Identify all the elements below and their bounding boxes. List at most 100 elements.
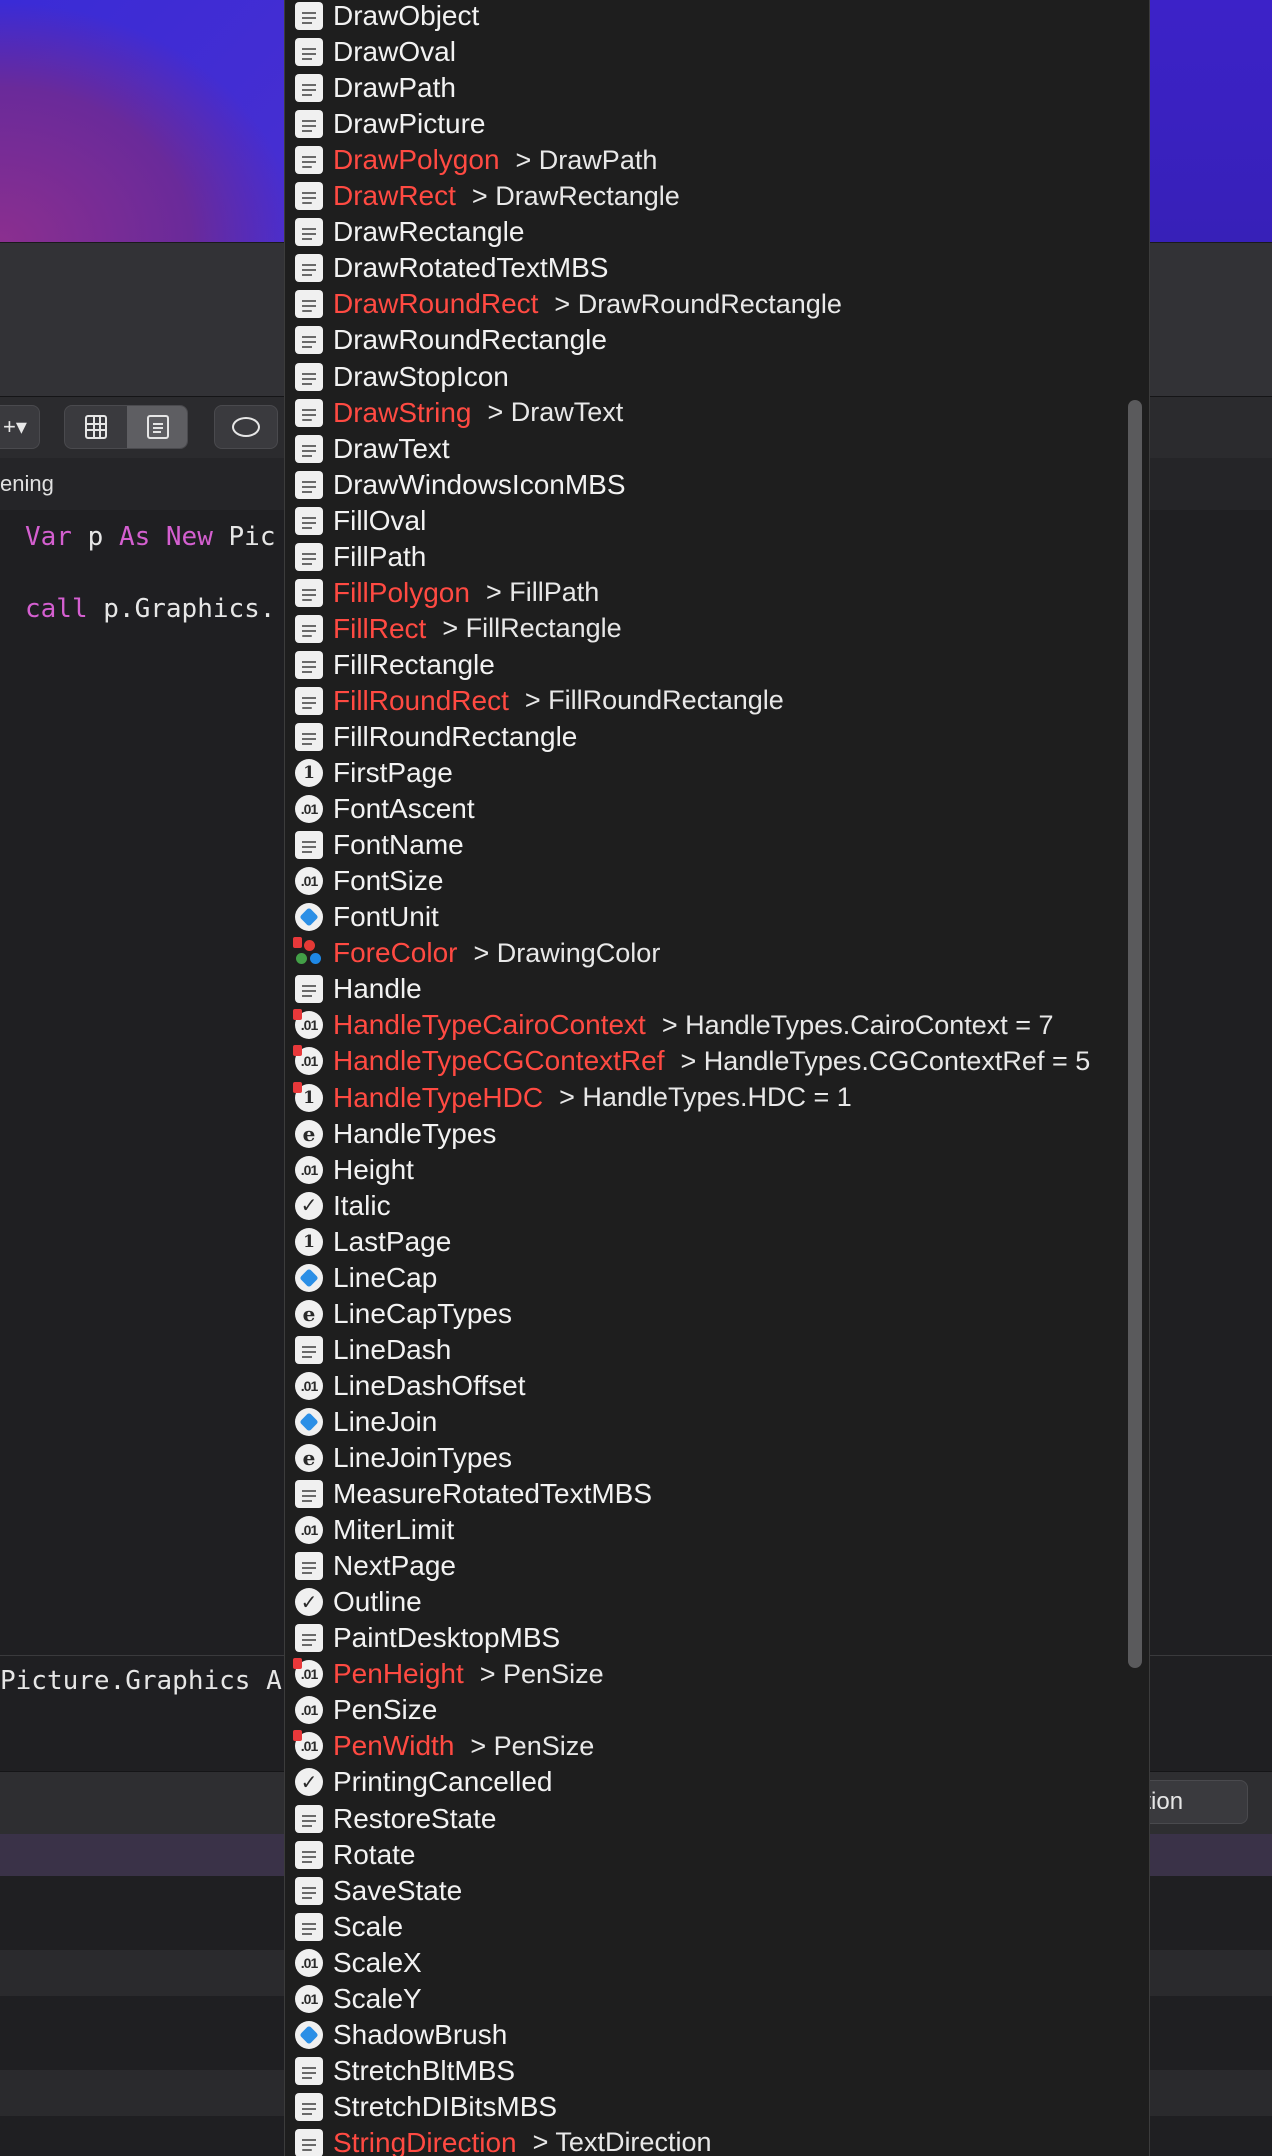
autocomplete-item[interactable]: FillRoundRectangle [285, 719, 1115, 755]
autocomplete-item[interactable]: StretchDIBitsMBS [285, 2089, 1115, 2125]
autocomplete-item-label: DrawStopIcon [333, 360, 509, 392]
color-dot [304, 940, 315, 952]
add-button[interactable]: +▾ [0, 405, 40, 449]
autocomplete-item-label: LineJoinTypes [333, 1442, 513, 1473]
autocomplete-item[interactable]: .01 HandleTypeCGContextRef > HandleTypes.C… [285, 1043, 1115, 1079]
autocomplete-item[interactable]: DrawRectangle [285, 214, 1115, 250]
method-icon [295, 398, 323, 427]
comment-button[interactable] [214, 405, 278, 449]
view-toggle-group [64, 405, 188, 449]
method-icon [295, 1480, 323, 1509]
code-text: Pic [212, 522, 276, 552]
autocomplete-item[interactable]: .01 ScaleY [285, 1981, 1115, 2017]
autocomplete-item[interactable]: FillRoundRect > FillRoundRectangle [285, 683, 1115, 719]
method-icon [295, 1552, 323, 1581]
autocomplete-item[interactable]: .01 Height [285, 1152, 1115, 1188]
autocomplete-item[interactable]: PaintDesktopMBS [285, 1620, 1115, 1656]
keyword: As [118, 522, 151, 552]
autocomplete-item[interactable]: FillOval [285, 503, 1115, 539]
autocomplete-item[interactable]: e LineCapTypes [285, 1296, 1115, 1332]
autocomplete-item[interactable]: DrawObject [285, 0, 1115, 34]
autocomplete-item-label: LineCap [333, 1261, 438, 1293]
replacement-hint: > HandleTypes.HDC = 1 [559, 1082, 852, 1112]
autocomplete-item[interactable]: DrawOval [285, 34, 1115, 70]
autocomplete-item[interactable]: .01 PenWidth > PenSize [285, 1728, 1115, 1764]
autocomplete-item[interactable]: ✓ Italic [285, 1188, 1115, 1224]
autocomplete-item[interactable]: StringDirection > TextDirection [285, 2125, 1115, 2156]
autocomplete-item-label: HandleTypeCairoContext [333, 1009, 646, 1041]
autocomplete-item-label: MiterLimit [333, 1514, 455, 1546]
double-icon: .01 [293, 1730, 323, 1761]
autocomplete-item[interactable]: DrawRoundRectangle [285, 322, 1115, 358]
autocomplete-item-label: PenWidth [333, 1730, 455, 1762]
autocomplete-item[interactable]: Scale [285, 1909, 1115, 1945]
autocomplete-item[interactable]: ✓ PrintingCancelled [285, 1764, 1115, 1800]
autocomplete-item[interactable]: FontName [285, 827, 1115, 863]
autocomplete-item[interactable]: FillRectangle [285, 647, 1115, 683]
autocomplete-item[interactable]: DrawStopIcon [285, 359, 1115, 395]
autocomplete-item[interactable]: .01 HandleTypeCairoContext > HandleTypes.C… [285, 1007, 1115, 1043]
autocomplete-item[interactable]: DrawRotatedTextMBS [285, 250, 1115, 286]
autocomplete-item[interactable]: .01 PenHeight > PenSize [285, 1656, 1115, 1692]
autocomplete-item-label: Outline [333, 1586, 422, 1618]
autocomplete-item[interactable]: .01 MiterLimit [285, 1512, 1115, 1548]
autocomplete-item[interactable]: RestoreState [285, 1801, 1115, 1837]
replacement-hint: > DrawRoundRectangle [554, 288, 842, 319]
integer-icon: 1 [295, 1227, 323, 1256]
double-icon: .01 [293, 1009, 323, 1040]
autocomplete-item[interactable]: FillPolygon > FillPath [285, 575, 1115, 611]
autocomplete-item-label: LineDashOffset [333, 1369, 526, 1401]
object-icon [295, 1407, 323, 1436]
autocomplete-item[interactable]: FillRect > FillRectangle [285, 611, 1115, 647]
autocomplete-item[interactable]: Handle [285, 971, 1115, 1007]
autocomplete-item[interactable]: .01 LineDashOffset [285, 1368, 1115, 1404]
autocomplete-item[interactable]: 1 FirstPage [285, 755, 1115, 791]
autocomplete-item[interactable]: MeasureRotatedTextMBS [285, 1476, 1115, 1512]
autocomplete-item[interactable]: e LineJoinTypes [285, 1440, 1115, 1476]
autocomplete-item[interactable]: FontUnit [285, 899, 1115, 935]
autocomplete-item[interactable]: FillPath [285, 539, 1115, 575]
method-icon [295, 650, 323, 679]
autocomplete-item[interactable]: DrawPolygon > DrawPath [285, 142, 1115, 178]
autocomplete-item[interactable]: DrawPath [285, 70, 1115, 106]
double-icon: .01 [293, 1045, 323, 1076]
autocomplete-item[interactable]: ✓ Outline [285, 1584, 1115, 1620]
method-icon [295, 975, 323, 1004]
autocomplete-item[interactable]: ShadowBrush [285, 2017, 1115, 2053]
autocomplete-item[interactable]: 1 HandleTypeHDC > HandleTypes.HDC = 1 [285, 1080, 1115, 1116]
scrollbar-thumb[interactable] [1128, 400, 1142, 1668]
autocomplete-item[interactable]: .01 FontAscent [285, 791, 1115, 827]
object-icon [295, 2020, 323, 2049]
autocomplete-item-label: HandleTypeHDC [333, 1081, 544, 1113]
autocomplete-item[interactable]: Rotate [285, 1837, 1115, 1873]
autocomplete-item[interactable]: .01 PenSize [285, 1692, 1115, 1728]
autocomplete-item[interactable]: StretchBltMBS [285, 2053, 1115, 2089]
grid-view-button[interactable] [65, 406, 126, 448]
autocomplete-item[interactable]: DrawWindowsIconMBS [285, 467, 1115, 503]
autocomplete-item-label: ForeColor [333, 937, 458, 969]
autocomplete-item[interactable]: LineDash [285, 1332, 1115, 1368]
autocomplete-item[interactable]: ForeColor > DrawingColor [285, 935, 1115, 971]
autocomplete-item[interactable]: LineJoin [285, 1404, 1115, 1440]
autocomplete-item[interactable]: DrawText [285, 431, 1115, 467]
code-line-2: call p.Graphics. [25, 594, 275, 624]
autocomplete-item-label: ScaleX [333, 1946, 422, 1978]
autocomplete-item[interactable]: LineCap [285, 1260, 1115, 1296]
code-view-button[interactable] [127, 406, 187, 448]
autocomplete-item[interactable]: NextPage [285, 1548, 1115, 1584]
autocomplete-item[interactable]: .01 FontSize [285, 863, 1115, 899]
autocomplete-item[interactable]: SaveState [285, 1873, 1115, 1909]
autocomplete-item[interactable]: e HandleTypes [285, 1116, 1115, 1152]
autocomplete-item-label: HandleTypes [333, 1117, 497, 1149]
autocomplete-item-label: LastPage [333, 1225, 452, 1257]
autocomplete-item[interactable]: .01 ScaleX [285, 1945, 1115, 1981]
autocomplete-item[interactable]: 1 LastPage [285, 1224, 1115, 1260]
autocomplete-item[interactable]: DrawPicture [285, 106, 1115, 142]
boolean-icon: ✓ [295, 1191, 323, 1220]
wallpaper-wave [0, 0, 300, 242]
double-icon: .01 [293, 1658, 323, 1689]
code-text: p [71, 522, 119, 552]
autocomplete-item[interactable]: DrawString > DrawText [285, 395, 1115, 431]
autocomplete-item[interactable]: DrawRect > DrawRectangle [285, 178, 1115, 214]
autocomplete-item[interactable]: DrawRoundRect > DrawRoundRectangle [285, 286, 1115, 322]
